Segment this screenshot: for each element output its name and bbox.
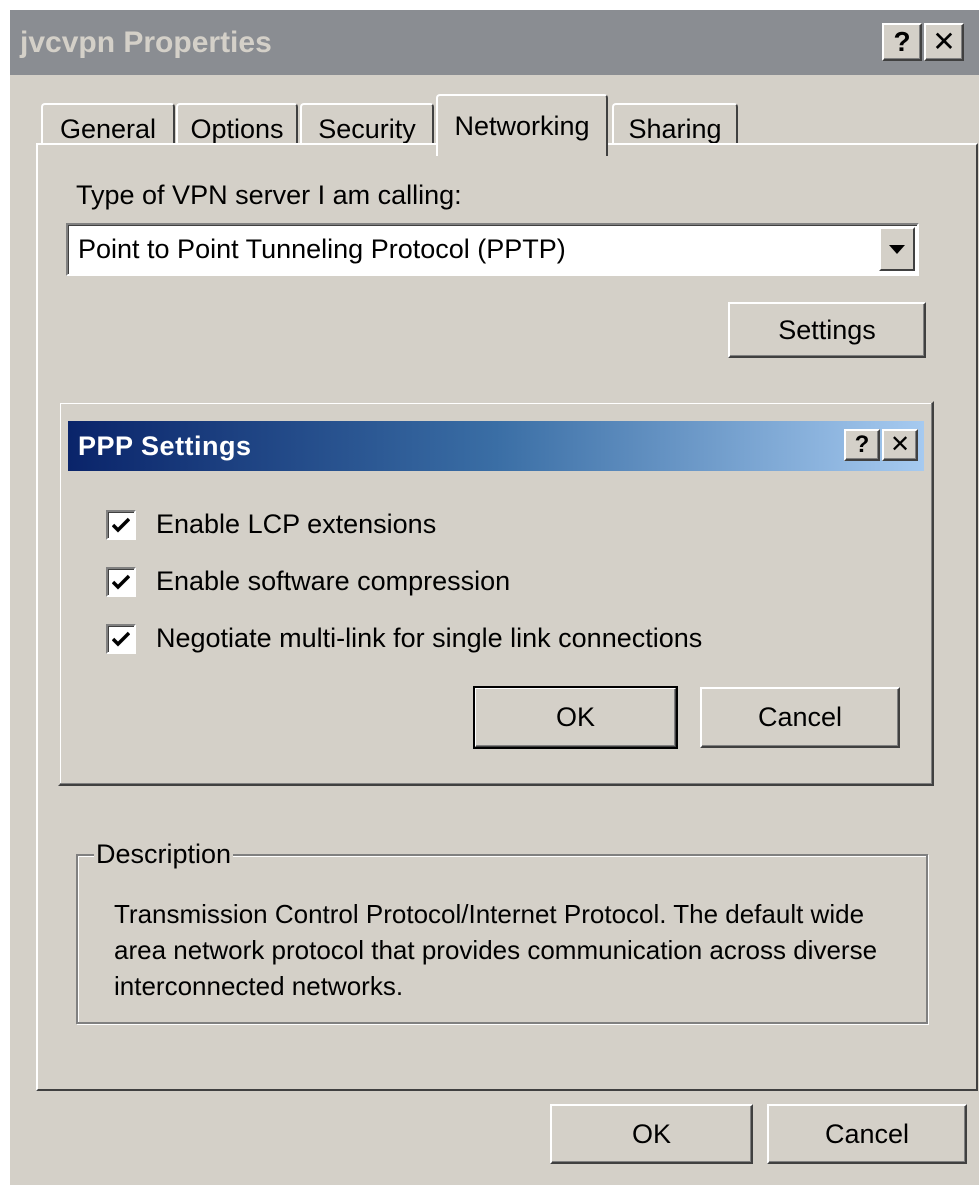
vpn-type-value: Point to Point Tunneling Protocol (PPTP) <box>78 234 566 264</box>
help-icon[interactable]: ? <box>882 23 922 61</box>
cancel-button[interactable]: Cancel <box>767 1104 967 1164</box>
option-lcp-extensions[interactable]: Enable LCP extensions <box>106 509 436 540</box>
checkmark-icon <box>112 517 130 532</box>
ppp-title: PPP Settings <box>78 431 252 461</box>
vpn-type-label: Type of VPN server I am calling: <box>76 180 462 210</box>
checkmark-icon <box>112 631 130 646</box>
checkbox-lcp-extensions[interactable] <box>106 509 136 540</box>
option-negotiate-multilink[interactable]: Negotiate multi-link for single link con… <box>106 623 702 654</box>
ppp-titlebar[interactable]: PPP Settings ? ✕ <box>68 421 924 471</box>
option-label: Negotiate multi-link for single link con… <box>156 623 703 653</box>
option-label: Enable software compression <box>156 566 511 596</box>
option-software-compression[interactable]: Enable software compression <box>106 566 510 597</box>
checkbox-software-compression[interactable] <box>106 566 136 597</box>
chevron-down-icon[interactable] <box>879 227 915 271</box>
option-label: Enable LCP extensions <box>156 509 437 539</box>
ppp-ok-button[interactable]: OK <box>473 686 678 749</box>
vpn-type-select[interactable]: Point to Point Tunneling Protocol (PPTP) <box>66 223 919 276</box>
ppp-cancel-button[interactable]: Cancel <box>700 687 900 748</box>
settings-button[interactable]: Settings <box>728 302 926 358</box>
description-group: Description Transmission Control Protoco… <box>76 839 928 1024</box>
tab-networking[interactable]: Networking <box>436 94 608 156</box>
ok-button[interactable]: OK <box>550 1104 753 1164</box>
window-titlebar[interactable]: jvcvpn Properties ? ✕ <box>10 10 979 75</box>
checkbox-negotiate-multilink[interactable] <box>106 623 136 654</box>
close-icon[interactable]: ✕ <box>882 429 918 461</box>
close-icon[interactable]: ✕ <box>924 23 964 61</box>
checkmark-icon <box>112 574 130 589</box>
ppp-settings-dialog: PPP Settings ? ✕ Enable LCP extensions E… <box>58 401 934 786</box>
window-title: jvcvpn Properties <box>20 26 272 59</box>
description-text: Transmission Control Protocol/Internet P… <box>114 899 878 1001</box>
help-icon[interactable]: ? <box>844 429 880 461</box>
description-legend: Description <box>94 839 234 870</box>
